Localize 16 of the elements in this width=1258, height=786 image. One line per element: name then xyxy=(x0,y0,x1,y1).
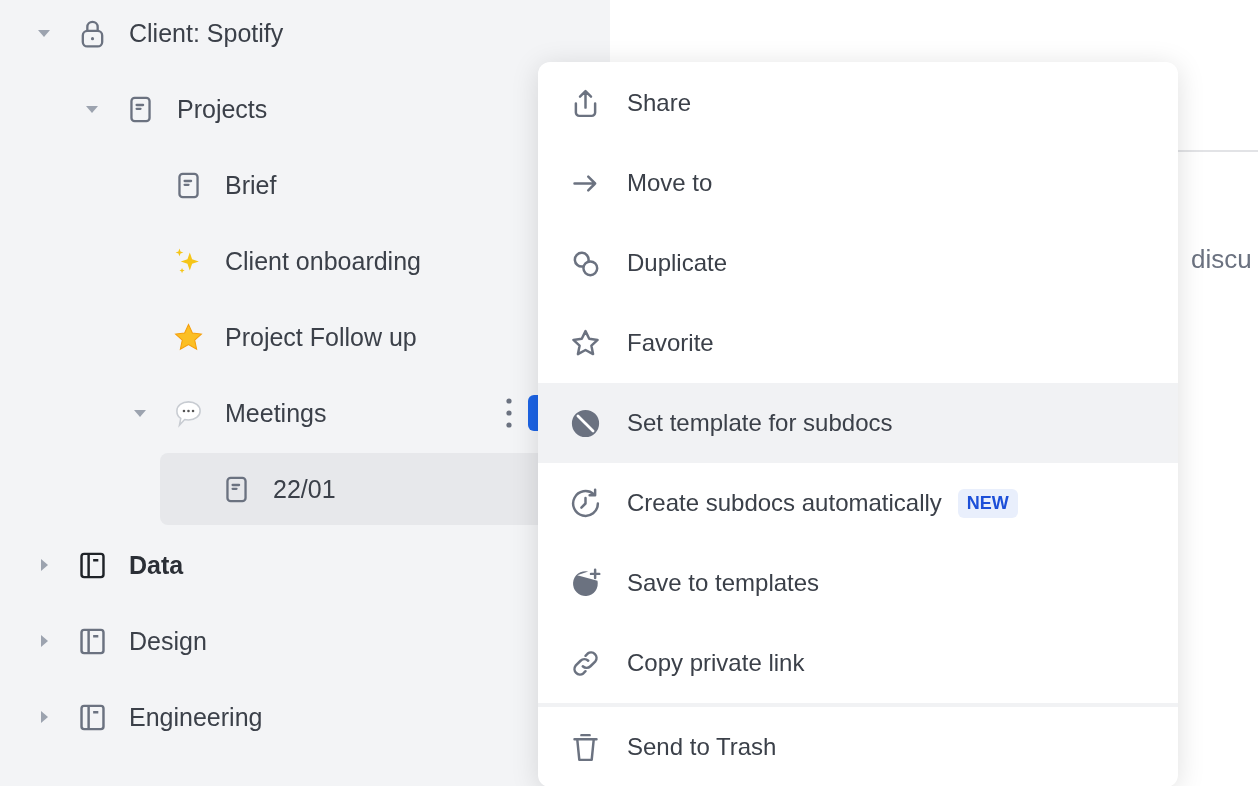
item-label: Projects xyxy=(177,94,268,124)
item-label: Project Follow up xyxy=(225,322,417,352)
item-label: 22/01 xyxy=(273,474,336,504)
item-label: Engineering xyxy=(129,702,263,732)
item-label: Design xyxy=(129,626,207,656)
star-icon xyxy=(173,321,204,353)
menu-item[interactable]: Set template for subdocs xyxy=(538,383,1178,463)
more-icon[interactable] xyxy=(506,398,512,428)
body-text: discu xyxy=(1191,244,1253,275)
item-label: Brief xyxy=(225,170,277,200)
clock-arrow-icon xyxy=(569,486,602,520)
item-label: Client onboarding xyxy=(225,246,421,276)
item-label: Meetings xyxy=(225,398,327,428)
new-badge: NEW xyxy=(957,488,1018,518)
item-label: Data xyxy=(129,550,184,580)
item-label: Client: Spotify xyxy=(129,18,284,48)
